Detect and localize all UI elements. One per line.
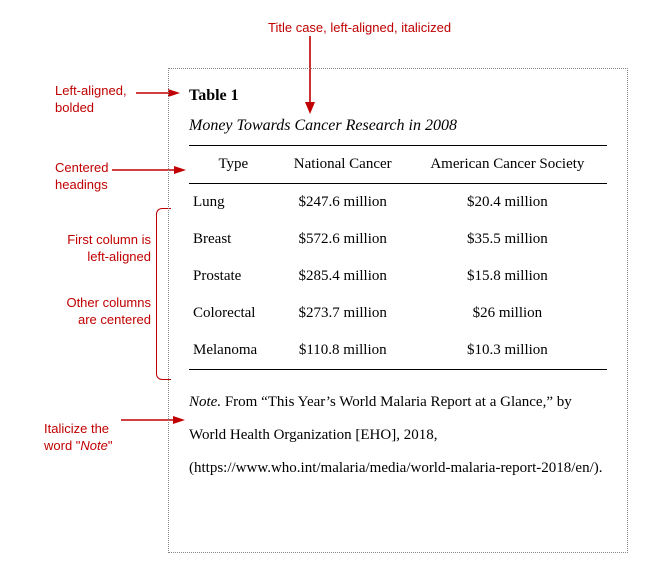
annotation-centered-headings: Centered headings: [55, 160, 108, 194]
table-header-row: Type National Cancer American Cancer Soc…: [189, 146, 607, 184]
cell-type: Melanoma: [189, 332, 278, 370]
col-header: American Cancer Society: [408, 146, 607, 184]
annotation-first-col-left: First column is left-aligned: [41, 232, 151, 266]
cell-nc: $285.4 million: [278, 258, 408, 295]
cell-acs: $10.3 million: [408, 332, 607, 370]
table-note: Note. From “This Year’s World Malaria Re…: [189, 386, 607, 485]
cell-nc: $273.7 million: [278, 295, 408, 332]
table-row: Melanoma $110.8 million $10.3 million: [189, 332, 607, 370]
annotation-line: are centered: [78, 312, 151, 327]
cell-acs: $20.4 million: [408, 184, 607, 222]
annotation-italicize-note: Italicize the word "Note": [44, 421, 113, 455]
cell-nc: $110.8 million: [278, 332, 408, 370]
table-row: Colorectal $273.7 million $26 million: [189, 295, 607, 332]
annotation-left-aligned-bold: Left-aligned, bolded: [55, 83, 127, 117]
annotation-line: word "Note": [44, 438, 113, 453]
annotation-title-case: Title case, left-aligned, italicized: [268, 20, 451, 37]
annotation-line: Centered: [55, 160, 108, 175]
note-word: Note.: [189, 394, 221, 410]
annotation-line: headings: [55, 177, 108, 192]
table-row: Lung $247.6 million $20.4 million: [189, 184, 607, 222]
cell-type: Colorectal: [189, 295, 278, 332]
note-text: From “This Year’s World Malaria Report a…: [189, 394, 603, 476]
cell-type: Breast: [189, 221, 278, 258]
annotation-line: left-aligned: [87, 249, 151, 264]
cell-nc: $572.6 million: [278, 221, 408, 258]
annotation-line: First column is: [67, 232, 151, 247]
col-header: National Cancer: [278, 146, 408, 184]
cell-nc: $247.6 million: [278, 184, 408, 222]
table-title: Money Towards Cancer Research in 2008: [189, 117, 607, 135]
cell-acs: $15.8 million: [408, 258, 607, 295]
annotation-line: Other columns: [66, 295, 151, 310]
cell-type: Prostate: [189, 258, 278, 295]
table-row: Prostate $285.4 million $15.8 million: [189, 258, 607, 295]
table-container: Table 1 Money Towards Cancer Research in…: [168, 68, 628, 553]
table-row: Breast $572.6 million $35.5 million: [189, 221, 607, 258]
annotation-line: Italicize the: [44, 421, 109, 436]
annotation-line: Left-aligned,: [55, 83, 127, 98]
cell-acs: $35.5 million: [408, 221, 607, 258]
cell-acs: $26 million: [408, 295, 607, 332]
annotation-other-cols-centered: Other columns are centered: [41, 295, 151, 329]
table-label: Table 1: [189, 87, 607, 105]
col-header: Type: [189, 146, 278, 184]
data-table: Type National Cancer American Cancer Soc…: [189, 145, 607, 370]
cell-type: Lung: [189, 184, 278, 222]
annotation-line: bolded: [55, 100, 94, 115]
